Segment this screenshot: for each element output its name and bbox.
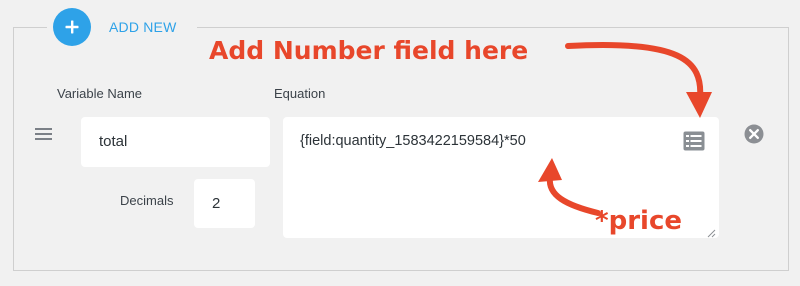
arrow-to-equation bbox=[546, 175, 601, 216]
arrow-to-equation-head bbox=[538, 158, 562, 182]
arrow-to-icon bbox=[565, 41, 704, 101]
annotation-price: *price bbox=[595, 206, 682, 236]
arrow-to-icon-head bbox=[686, 92, 712, 118]
annotation-add-field: Add Number field here bbox=[209, 36, 529, 65]
